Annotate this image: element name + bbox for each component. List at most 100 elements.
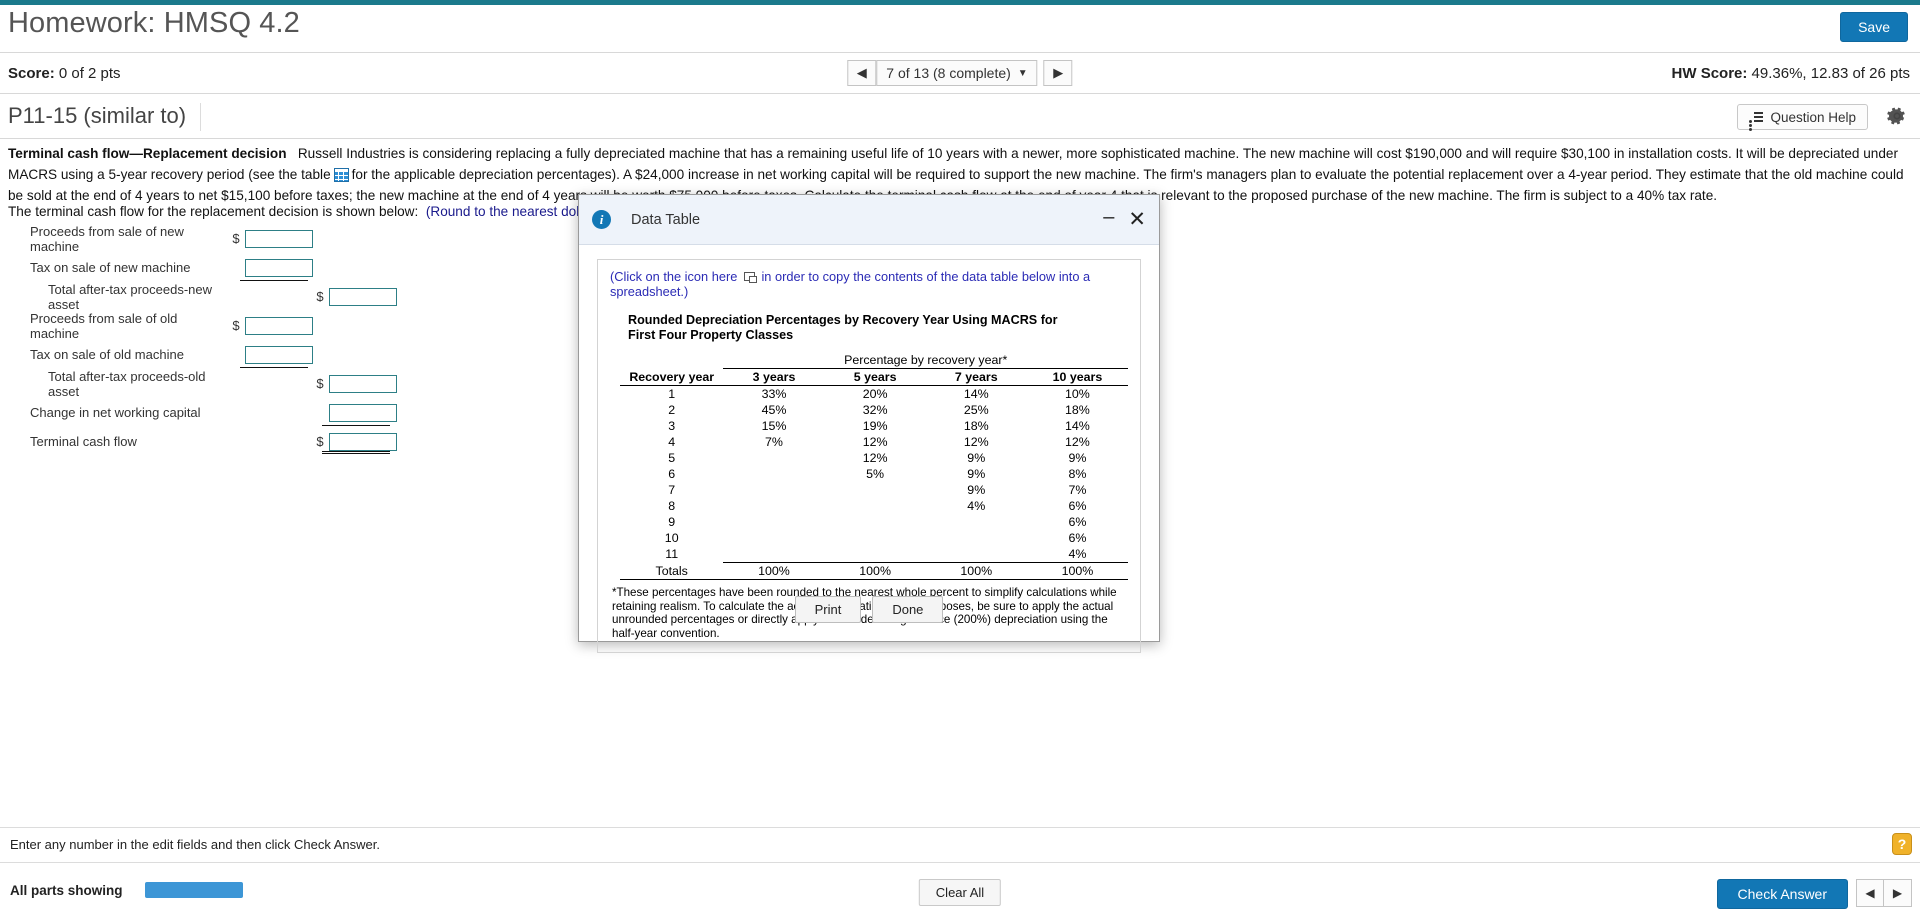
clear-all-button[interactable]: Clear All [918,879,1002,906]
input-proceeds-new-machine[interactable] [245,229,313,248]
question-selector[interactable]: 7 of 13 (8 complete) ▼ [876,60,1038,86]
form-row-tax-old: Tax on sale of old machine [30,344,398,365]
percentage-cell [926,546,1027,563]
data-table-panel: (Click on the icon here in order to copy… [597,259,1141,653]
table-row: 8 4% 6% [620,498,1128,514]
copy-icon[interactable] [743,272,757,283]
input-tax-new-machine[interactable] [245,258,313,277]
hw-score-text: HW Score: 49.36%, 12.83 of 26 pts [1672,65,1910,82]
percentage-cell: 7% [1068,483,1087,497]
print-button[interactable]: Print [794,596,862,623]
percentage-cell: 19% [862,419,888,433]
percentage-cell: 45% [761,403,787,417]
percentage-cell [825,482,926,498]
prev-question-button[interactable]: ◀ [847,60,877,86]
rounding-note: (Round to the nearest dollar.) [425,204,602,219]
help-icon[interactable]: ? [1892,833,1912,855]
percentage-cell: 6% [1068,515,1087,529]
question-bar: P11-15 (similar to) Question Help [0,95,1920,139]
input-terminal-cash-flow[interactable] [329,432,397,451]
input-total-after-tax-old[interactable] [329,374,397,393]
footer-next-button[interactable]: ▶ [1884,879,1912,907]
form-label: Total after-tax proceeds-new asset [48,281,213,312]
percentage-cell: 12% [862,435,888,449]
totals-cell: 100% [1026,562,1128,580]
percentage-cell: 9% [967,467,986,481]
percentage-cell [825,546,926,563]
recovery-year-cell: 10 [664,531,679,545]
check-answer-button[interactable]: Check Answer [1716,879,1848,909]
close-icon[interactable]: ✕ [1128,209,1146,230]
next-question-button[interactable]: ▶ [1043,60,1073,86]
page-root: Homework: HMSQ 4.2 Save Score: 0 of 2 pt… [0,0,1920,920]
dialog-footer: Print Done [579,596,1159,623]
hw-score-value: 49.36%, 12.83 of 26 pts [1747,65,1910,82]
answer-prompt-text: The terminal cash flow for the replaceme… [8,204,419,219]
recovery-year-cell: 11 [665,547,679,562]
copy-instruction-before: (Click on the icon here [610,269,738,284]
percentage-cell: 9% [967,483,986,497]
info-icon: i [592,210,611,229]
save-button[interactable]: Save [1840,12,1908,42]
percentage-cell: 9% [1068,451,1087,465]
group-header-row: Percentage by recovery year* [620,352,1128,369]
percentage-cell [723,530,824,546]
percentage-cell [723,466,824,482]
form-row-nwc: Change in net working capital [30,402,398,423]
form-label: Tax on sale of old machine [30,347,184,362]
form-row-proceeds-old: Proceeds from sale of old machine $ [30,311,398,341]
percentage-cell: 7% [765,435,783,449]
percentage-cell [926,530,1027,546]
input-total-after-tax-new[interactable] [329,287,397,306]
dialog-body: (Click on the icon here in order to copy… [579,245,1159,653]
problem-topic: Terminal cash flow—Replacement decision [8,146,287,161]
column-header: 5 years [824,368,926,386]
footer-prev-button[interactable]: ◀ [1856,879,1884,907]
form-row-proceeds-new: Proceeds from sale of new machine $ [30,224,398,254]
percentage-cell: 25% [963,403,989,417]
table-row: 5 12% 9% 9% [620,450,1128,466]
recovery-year-cell: 3 [668,419,676,433]
dollar-sign: $ [232,318,240,333]
percentage-cell: 18% [1065,403,1090,417]
column-header: 10 years [1026,368,1128,386]
input-tax-old-machine[interactable] [245,345,313,364]
done-button[interactable]: Done [872,596,944,623]
recovery-year-cell: 1 [620,385,724,402]
column-header: 3 years [723,368,825,386]
percentage-cell: 8% [1068,467,1087,481]
percentage-cell: 14% [1065,419,1090,433]
dollar-sign: $ [316,434,324,449]
data-table-icon[interactable] [333,168,349,182]
gear-icon[interactable] [1884,103,1910,129]
percentage-cell [825,498,926,514]
total-rule [322,425,390,426]
recovery-year-cell: 5 [668,451,676,465]
recovery-year-cell: 4 [668,435,676,449]
table-row: 3 15% 19% 18% 14% [620,418,1128,434]
percentage-cell: 18% [963,419,989,433]
percentage-cell: 10% [1026,385,1128,402]
form-row-tax-new: Tax on sale of new machine [30,257,398,278]
totals-cell: 100% [925,562,1027,580]
percentage-cell: 12% [862,451,888,465]
dollar-sign: $ [316,376,324,391]
percentage-cell: 5% [866,467,885,481]
table-row: 2 45% 32% 25% 18% [620,402,1128,418]
chevron-down-icon: ▼ [1017,67,1028,79]
question-help-button[interactable]: Question Help [1737,104,1868,130]
recovery-year-cell: 9 [668,515,676,529]
recovery-year-cell: 8 [668,499,676,513]
question-pager: ◀ 7 of 13 (8 complete) ▼ ▶ [847,60,1073,86]
data-table-title-line1: Rounded Depreciation Percentages by Reco… [628,313,1058,327]
question-id-label: P11-15 (similar to) [8,103,202,131]
percentage-cell: 9% [967,451,986,465]
input-change-net-working-capital[interactable] [329,403,397,422]
table-row: 4 7% 12% 12% 12% [620,434,1128,450]
minimize-icon[interactable]: – [1103,207,1114,227]
hw-score-label: HW Score: [1671,65,1748,82]
answer-form: Proceeds from sale of new machine $ Tax … [30,224,398,460]
input-proceeds-old-machine[interactable] [245,316,313,335]
macrs-table: Percentage by recovery year* Recovery yea… [620,352,1128,580]
percentage-cell [723,546,824,563]
